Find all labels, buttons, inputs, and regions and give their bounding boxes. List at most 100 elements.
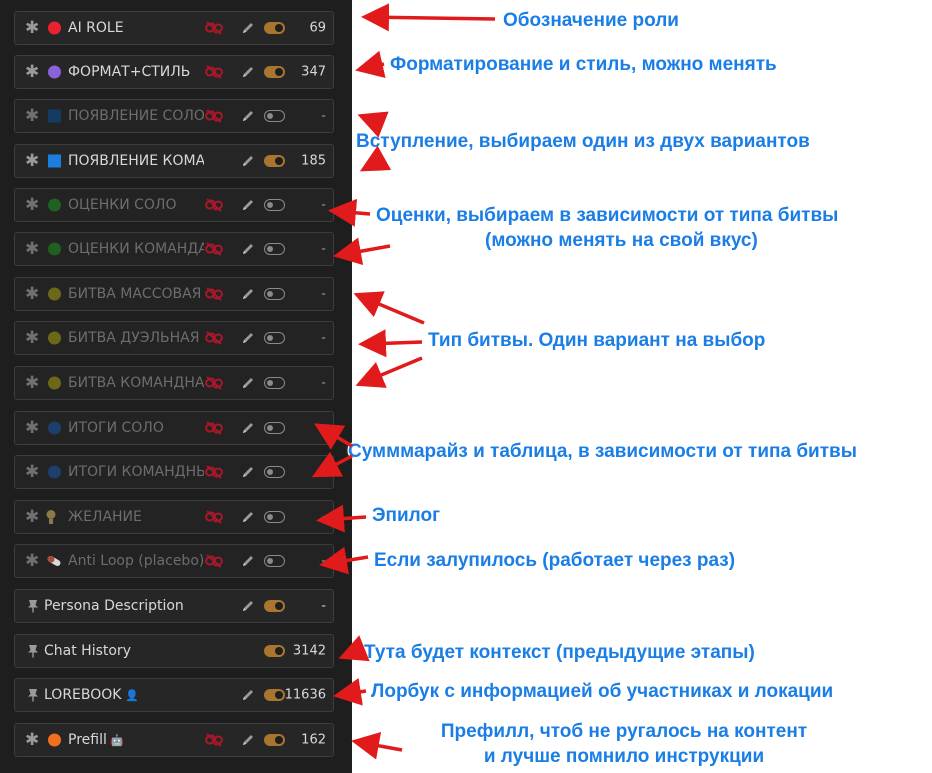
enable-toggle[interactable]	[264, 466, 285, 478]
prompt-name: ИТОГИ СОЛО	[68, 420, 164, 436]
unlink-icon[interactable]	[205, 421, 223, 435]
drag-handle-icon[interactable]: ✱	[25, 106, 39, 126]
drag-handle-icon[interactable]: ✱	[25, 730, 39, 750]
drag-handle-icon[interactable]: ✱	[25, 418, 39, 438]
prompt-row[interactable]: ✱ Prefill 🤖 162	[14, 723, 334, 757]
annotation-intro: Вступление, выбираем один из двух вариан…	[356, 131, 810, 152]
unlink-icon[interactable]	[205, 65, 223, 79]
prompt-name: ПОЯВЛЕНИЕ КОМАНДА	[68, 153, 204, 169]
enable-toggle[interactable]	[264, 22, 285, 34]
unlink-icon[interactable]	[205, 733, 223, 747]
prompt-row[interactable]: ✱ БИТВА КОМАНДНАЯ -	[14, 366, 334, 400]
prompt-row[interactable]: ✱ ОЦЕНКИ КОМАНДА -	[14, 232, 334, 266]
unlink-icon[interactable]	[205, 554, 223, 568]
enable-toggle[interactable]	[264, 645, 285, 657]
drag-handle-icon[interactable]: ✱	[25, 551, 39, 571]
pencil-icon[interactable]	[241, 242, 255, 256]
token-count: 347	[301, 64, 326, 80]
annotation-lorebook: Лорбук с информацией об участниках и лок…	[371, 681, 834, 702]
prompt-row[interactable]: Chat History 3142	[14, 634, 334, 668]
pill-icon	[47, 556, 61, 566]
token-count: 11636	[284, 687, 326, 703]
drag-handle-icon[interactable]: ✱	[25, 373, 39, 393]
pencil-icon[interactable]	[241, 688, 255, 702]
role-color-icon	[48, 421, 61, 435]
pencil-icon[interactable]	[241, 65, 255, 79]
unlink-icon[interactable]	[205, 21, 223, 35]
enable-toggle[interactable]	[264, 511, 285, 523]
pencil-icon[interactable]	[241, 198, 255, 212]
pencil-icon[interactable]	[241, 154, 255, 168]
annotation-prefill: Префилл, чтоб не ругалось на контент	[440, 721, 808, 742]
token-count: -	[321, 108, 326, 124]
enable-toggle[interactable]	[264, 155, 285, 167]
unlink-icon[interactable]	[205, 331, 223, 345]
enable-toggle[interactable]	[264, 689, 285, 701]
drag-handle-icon[interactable]: ✱	[25, 62, 39, 82]
prompt-row[interactable]: ✱ ФОРМАТ+СТИЛЬ 347	[14, 55, 334, 89]
token-count: -	[321, 375, 326, 391]
unlink-icon[interactable]	[205, 465, 223, 479]
unlink-icon[interactable]	[205, 376, 223, 390]
drag-handle-icon[interactable]: ✱	[25, 151, 39, 171]
enable-toggle[interactable]	[264, 422, 285, 434]
pencil-icon[interactable]	[241, 465, 255, 479]
drag-handle-icon[interactable]: ✱	[25, 462, 39, 482]
enable-toggle[interactable]	[264, 332, 285, 344]
drag-handle-icon[interactable]: ✱	[25, 18, 39, 38]
drag-handle-icon[interactable]: ✱	[25, 328, 39, 348]
pencil-icon[interactable]	[241, 599, 255, 613]
prompt-row[interactable]: ✱ AI ROLE 69	[14, 11, 334, 45]
prompt-row[interactable]: Persona Description -	[14, 589, 334, 623]
enable-toggle[interactable]	[264, 110, 285, 122]
annotation-prefill-note: и лучше помнило инструкции	[483, 746, 765, 767]
unlink-icon[interactable]	[205, 510, 223, 524]
prompt-row[interactable]: ✱ ПОЯВЛЕНИЕ КОМАНДА 185	[14, 144, 334, 178]
annotation-context: Тута будет контекст (предыдущие этапы)	[364, 642, 755, 663]
enable-toggle[interactable]	[264, 66, 285, 78]
prompt-row[interactable]: ✱ ПОЯВЛЕНИЕ СОЛО -	[14, 99, 334, 133]
pencil-icon[interactable]	[241, 554, 255, 568]
pencil-icon[interactable]	[241, 287, 255, 301]
unlink-icon[interactable]	[205, 198, 223, 212]
token-count: -	[321, 598, 326, 614]
unlink-icon[interactable]	[205, 242, 223, 256]
role-color-icon	[48, 21, 61, 35]
prompt-row[interactable]: ✱ Anti Loop (placebo) -	[14, 544, 334, 578]
drag-handle-icon[interactable]: ✱	[25, 195, 39, 215]
enable-toggle[interactable]	[264, 243, 285, 255]
prompt-row[interactable]: ✱ БИТВА МАССОВАЯ -	[14, 277, 334, 311]
drag-handle-icon[interactable]: ✱	[25, 507, 39, 527]
token-count: 69	[309, 20, 326, 36]
drag-handle-icon[interactable]: ✱	[25, 239, 39, 259]
annotation-role: Обозначение роли	[503, 10, 679, 31]
token-count: -	[321, 286, 326, 302]
prompt-row[interactable]: ✱ БИТВА ДУЭЛЬНАЯ -	[14, 321, 334, 355]
arrow-format	[355, 50, 386, 78]
pencil-icon[interactable]	[241, 376, 255, 390]
enable-toggle[interactable]	[264, 600, 285, 612]
pencil-icon[interactable]	[241, 510, 255, 524]
prompt-row[interactable]: LOREBOOK 👤 11636	[14, 678, 334, 712]
prompt-row[interactable]: ✱ ЖЕЛАНИЕ -	[14, 500, 334, 534]
pencil-icon[interactable]	[241, 109, 255, 123]
pencil-icon[interactable]	[241, 331, 255, 345]
pencil-icon[interactable]	[241, 733, 255, 747]
prompt-name: Anti Loop (placebo)	[68, 553, 204, 569]
enable-toggle[interactable]	[264, 288, 285, 300]
unlink-icon[interactable]	[205, 287, 223, 301]
arrow-battle-3	[355, 356, 423, 388]
pencil-icon[interactable]	[241, 21, 255, 35]
enable-toggle[interactable]	[264, 555, 285, 567]
prompt-row[interactable]: ✱ ИТОГИ КОМАНДНЫЕ -	[14, 455, 334, 489]
drag-handle-icon[interactable]: ✱	[25, 284, 39, 304]
prompt-row[interactable]: ✱ ОЦЕНКИ СОЛО -	[14, 188, 334, 222]
annotation-scores-note: (можно менять на свой вкус)	[485, 230, 758, 251]
unlink-icon[interactable]	[205, 109, 223, 123]
enable-toggle[interactable]	[264, 734, 285, 746]
arrow-prefill	[351, 731, 403, 760]
prompt-row[interactable]: ✱ ИТОГИ СОЛО -	[14, 411, 334, 445]
enable-toggle[interactable]	[264, 199, 285, 211]
pencil-icon[interactable]	[241, 421, 255, 435]
enable-toggle[interactable]	[264, 377, 285, 389]
